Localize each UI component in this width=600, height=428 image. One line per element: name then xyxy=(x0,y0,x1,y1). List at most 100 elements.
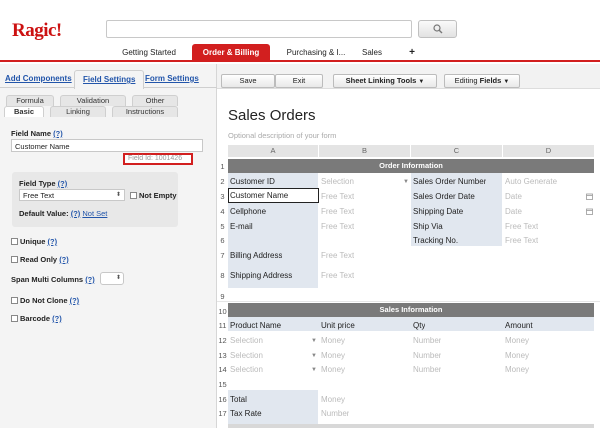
unique-help[interactable]: (?) xyxy=(48,237,58,246)
form-description[interactable]: Optional description of your form xyxy=(228,131,336,140)
tax-rate-number[interactable]: Number xyxy=(321,409,349,418)
customer-name-value[interactable]: Free Text xyxy=(321,192,354,201)
calendar-icon[interactable] xyxy=(586,193,593,200)
product-selection[interactable]: Selection xyxy=(230,336,263,345)
label-bg xyxy=(228,317,594,331)
label-ship-via[interactable]: Ship Via xyxy=(413,222,443,231)
form-title[interactable]: Sales Orders xyxy=(228,107,316,124)
cellphone-value[interactable]: Free Text xyxy=(321,207,354,216)
label-customer-name-selected[interactable]: Customer Name xyxy=(228,188,319,203)
label-product-name[interactable]: Product Name xyxy=(230,321,281,330)
sheet-linking-tools-button[interactable]: Sheet Linking Tools ▼ xyxy=(333,74,437,88)
subtab-formula[interactable]: Formula xyxy=(6,95,54,106)
subtab-linking[interactable]: Linking xyxy=(50,106,106,117)
section-sales-information[interactable]: Sales Information xyxy=(228,303,594,317)
add-tab-button[interactable]: + xyxy=(404,44,420,62)
dropdown-arrow-icon: ▼ xyxy=(311,367,317,373)
label-amount[interactable]: Amount xyxy=(505,321,533,330)
sales-order-number-value[interactable]: Auto Generate xyxy=(505,177,557,186)
shipping-address-value[interactable]: Free Text xyxy=(321,271,354,280)
label-sales-order-number[interactable]: Sales Order Number xyxy=(413,177,486,186)
read-only-checkbox[interactable]: Read Only (?) xyxy=(11,255,69,264)
amount-money[interactable]: Money xyxy=(505,351,529,360)
do-not-clone-checkbox[interactable]: Do Not Clone (?) xyxy=(11,296,79,305)
calendar-icon[interactable] xyxy=(586,208,593,215)
column-header-b[interactable]: B xyxy=(319,145,410,157)
qty-number[interactable]: Number xyxy=(413,351,441,360)
subtab-validation[interactable]: Validation xyxy=(60,95,126,106)
column-header-c[interactable]: C xyxy=(411,145,502,157)
sales-order-date-value[interactable]: Date xyxy=(505,192,522,201)
label-sales-order-date[interactable]: Sales Order Date xyxy=(413,192,475,201)
not-empty-checkbox[interactable]: Not Empty xyxy=(130,191,177,200)
search-button[interactable] xyxy=(418,20,457,38)
horizontal-scrollbar[interactable] xyxy=(228,424,594,428)
qty-number[interactable]: Number xyxy=(413,365,441,374)
shipping-date-value[interactable]: Date xyxy=(505,207,522,216)
save-button[interactable]: Save xyxy=(221,74,275,88)
subtab-basic[interactable]: Basic xyxy=(4,106,44,117)
column-header-a[interactable]: A xyxy=(228,145,318,157)
tab-getting-started[interactable]: Getting Started xyxy=(112,44,186,62)
label-billing-address[interactable]: Billing Address xyxy=(230,251,282,260)
field-type-text: Field Type xyxy=(19,179,56,188)
customer-id-selection[interactable]: Selection xyxy=(321,177,354,186)
field-type-select[interactable]: Free Text ⬍ xyxy=(19,189,125,201)
unit-price-money[interactable]: Money xyxy=(321,336,345,345)
tab-purchasing[interactable]: Purchasing & I... xyxy=(280,44,352,62)
product-selection[interactable]: Selection xyxy=(230,365,263,374)
ragic-logo[interactable]: Ragic! xyxy=(12,20,62,42)
subtab-other[interactable]: Other xyxy=(132,95,178,106)
unique-checkbox[interactable]: Unique (?) xyxy=(11,237,57,246)
row-number: 4 xyxy=(220,207,225,216)
amount-money[interactable]: Money xyxy=(505,336,529,345)
read-only-help[interactable]: (?) xyxy=(59,255,69,264)
unit-price-money[interactable]: Money xyxy=(321,365,345,374)
span-columns-select[interactable]: ⬍ xyxy=(100,272,124,285)
label-shipping-date[interactable]: Shipping Date xyxy=(413,207,463,216)
product-selection[interactable]: Selection xyxy=(230,351,263,360)
billing-address-value[interactable]: Free Text xyxy=(321,251,354,260)
unique-text: Unique xyxy=(20,237,46,246)
label-customer-id[interactable]: Customer ID xyxy=(230,177,275,186)
tracking-no-value[interactable]: Free Text xyxy=(505,236,538,245)
label-cellphone[interactable]: Cellphone xyxy=(230,207,266,216)
tab-add-components[interactable]: Add Components xyxy=(5,74,72,83)
label-tax-rate[interactable]: Tax Rate xyxy=(230,409,262,418)
barcode-checkbox[interactable]: Barcode (?) xyxy=(11,314,62,323)
email-value[interactable]: Free Text xyxy=(321,222,354,231)
total-money[interactable]: Money xyxy=(321,395,345,404)
editing-fields-button[interactable]: Editing Fields ▼ xyxy=(444,74,520,88)
do-not-clone-help[interactable]: (?) xyxy=(70,296,80,305)
editing-text: Editing xyxy=(454,76,478,85)
barcode-help[interactable]: (?) xyxy=(52,314,62,323)
field-name-help[interactable]: (?) xyxy=(53,129,63,138)
label-qty[interactable]: Qty xyxy=(413,321,425,330)
ship-via-value[interactable]: Free Text xyxy=(505,222,538,231)
tab-order-billing[interactable]: Order & Billing xyxy=(192,44,270,62)
span-help[interactable]: (?) xyxy=(85,275,95,284)
divider xyxy=(217,301,600,302)
unit-price-money[interactable]: Money xyxy=(321,351,345,360)
label-unit-price[interactable]: Unit price xyxy=(321,321,355,330)
label-shipping-address[interactable]: Shipping Address xyxy=(230,271,292,280)
tab-form-settings[interactable]: Form Settings xyxy=(145,74,199,83)
column-header-d[interactable]: D xyxy=(503,145,594,157)
label-tracking-no[interactable]: Tracking No. xyxy=(413,236,458,245)
not-set-link[interactable]: Not Set xyxy=(82,209,107,218)
label-email[interactable]: E-mail xyxy=(230,222,253,231)
not-empty-text: Not Empty xyxy=(139,191,177,200)
exit-button[interactable]: Exit xyxy=(275,74,323,88)
label-total[interactable]: Total xyxy=(230,395,247,404)
field-type-help[interactable]: (?) xyxy=(58,179,68,188)
search-input[interactable] xyxy=(106,20,412,38)
amount-money[interactable]: Money xyxy=(505,365,529,374)
row-number: 1 xyxy=(220,162,225,171)
section-order-information[interactable]: Order Information xyxy=(228,159,594,173)
field-name-input[interactable]: Customer Name xyxy=(11,139,203,152)
tab-sales[interactable]: Sales xyxy=(358,44,386,62)
subtab-instructions[interactable]: Instructions xyxy=(112,106,178,117)
qty-number[interactable]: Number xyxy=(413,336,441,345)
default-value-help[interactable]: (?) xyxy=(71,209,81,218)
tab-field-settings[interactable]: Field Settings xyxy=(74,70,145,89)
